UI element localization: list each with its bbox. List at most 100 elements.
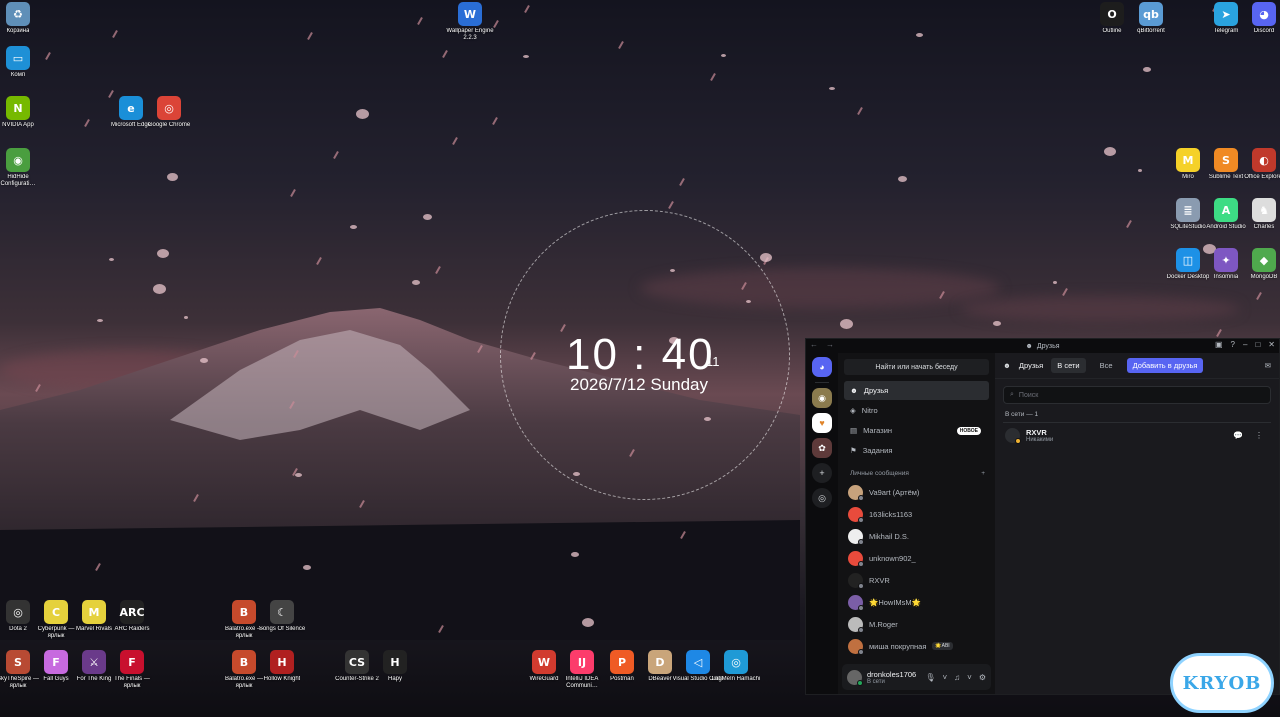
desktop-shortcut-label: Комп bbox=[10, 72, 26, 78]
close-icon[interactable]: ✕ bbox=[1268, 340, 1275, 349]
server-icon[interactable]: ♥ bbox=[812, 413, 832, 433]
dm-name: 🌟HowIMsM🌟 bbox=[869, 597, 922, 607]
chevron-down-icon[interactable]: ˅ bbox=[967, 673, 972, 682]
desktop-shortcut-label: NVIDIA App bbox=[2, 122, 34, 128]
gear-icon[interactable]: ⚙ bbox=[979, 673, 986, 682]
desktop-shortcut-label: Insomnia bbox=[1213, 274, 1239, 280]
add-dm-icon[interactable]: + bbox=[981, 470, 985, 477]
desktop-shortcut[interactable]: ♞ Charles bbox=[1238, 198, 1280, 254]
dm-item[interactable]: M.Roger bbox=[844, 613, 989, 635]
desktop-shortcut-label: Discord bbox=[1253, 28, 1275, 34]
sidebar-item-shop[interactable]: ▤ Магазин НОВОЕ bbox=[844, 421, 989, 440]
petal bbox=[109, 258, 114, 261]
desktop-shortcut[interactable]: H Hollow Knight bbox=[256, 650, 308, 706]
desktop-shortcut[interactable]: qb qBittorrent bbox=[1125, 2, 1177, 58]
app-icon: ◎ bbox=[724, 650, 748, 674]
more-icon[interactable]: ⋮ bbox=[1255, 431, 1263, 440]
add-server-icon[interactable]: + bbox=[812, 463, 832, 483]
desktop-shortcut[interactable]: ☾ Songs Of Silence bbox=[256, 600, 308, 656]
petal bbox=[916, 33, 923, 37]
inbox-icon[interactable]: ▣ bbox=[1215, 340, 1223, 349]
desktop-shortcut-label: qBittorrent bbox=[1137, 28, 1165, 34]
desktop-shortcut[interactable]: F The Finals — ярлык bbox=[106, 650, 158, 706]
desktop-shortcut[interactable]: ◎ Google Chrome bbox=[143, 96, 195, 152]
friends-search-input[interactable]: ⌕ Поиск bbox=[1003, 386, 1271, 404]
tab-all[interactable]: Все bbox=[1094, 358, 1119, 373]
status-dot bbox=[858, 538, 864, 545]
dm-item[interactable]: 163licks1163 bbox=[844, 503, 989, 525]
desktop-shortcut-label: WireGuard bbox=[529, 676, 559, 682]
desktop-shortcut[interactable]: W Wallpaper Engine 2.2.3 bbox=[444, 2, 496, 58]
desktop-shortcut-label: LogMeIn Hamachi bbox=[711, 676, 761, 682]
app-icon: ♻ bbox=[6, 2, 30, 26]
dm-item[interactable]: Mikhail D.S. bbox=[844, 525, 989, 547]
dm-item[interactable]: 🌟HowIMsM🌟 bbox=[844, 591, 989, 613]
sidebar-item-label: Магазин bbox=[863, 426, 893, 435]
petal bbox=[153, 284, 166, 294]
status-dot bbox=[858, 604, 864, 611]
server-icon[interactable]: ✿ bbox=[812, 438, 832, 458]
friends-icon: ☻ bbox=[850, 386, 858, 395]
message-icon[interactable]: 💬 bbox=[1233, 431, 1243, 440]
add-friend-button[interactable]: Добавить в друзья bbox=[1126, 358, 1204, 373]
dm-item[interactable]: RXVR bbox=[844, 569, 989, 591]
app-icon: N bbox=[6, 96, 30, 120]
app-icon: C bbox=[44, 600, 68, 624]
app-icon: ✦ bbox=[1214, 248, 1238, 272]
headphones-icon[interactable]: ♫ bbox=[954, 673, 960, 682]
discord-home-icon[interactable]: ◕ bbox=[812, 357, 832, 377]
tab-online[interactable]: В сети bbox=[1051, 358, 1086, 373]
forward-arrow-icon[interactable]: → bbox=[826, 340, 834, 349]
help-icon[interactable]: ? bbox=[1231, 340, 1235, 349]
desktop-shortcut[interactable]: ARC ARC Raiders bbox=[106, 600, 158, 656]
desktop-shortcut[interactable]: H Hapy bbox=[369, 650, 421, 706]
back-arrow-icon[interactable]: ← bbox=[810, 340, 818, 349]
avatar bbox=[848, 528, 864, 545]
desktop-shortcut[interactable]: ◕ Discord bbox=[1238, 2, 1280, 58]
friends-topbar: ☻ Друзья В сети Все Добавить в друзья ✉ bbox=[995, 353, 1279, 379]
dm-item[interactable]: unknown902_ bbox=[844, 547, 989, 569]
desktop-shortcut[interactable]: ▭ Комп bbox=[0, 46, 44, 102]
dm-item[interactable]: миша покрупная 🌟ABI bbox=[844, 635, 989, 657]
chevron-down-icon[interactable]: ˅ bbox=[942, 673, 947, 682]
sidebar-item-friends[interactable]: ☻ Друзья bbox=[844, 381, 989, 400]
desktop-shortcut-label: Songs Of Silence bbox=[258, 626, 306, 632]
friend-name: RXVR bbox=[1026, 428, 1047, 437]
app-icon: ◕ bbox=[1252, 2, 1276, 26]
server-icon[interactable]: ◉ bbox=[812, 388, 832, 408]
desktop-shortcut[interactable]: ◉ HidHide Configurati… bbox=[0, 148, 44, 204]
sidebar-item-quests[interactable]: ⚑ Задания bbox=[844, 441, 989, 460]
minimize-icon[interactable]: – bbox=[1243, 340, 1247, 349]
petal bbox=[295, 473, 302, 477]
petal bbox=[350, 225, 357, 229]
desktop-shortcut[interactable]: ◆ MongoDB bbox=[1238, 248, 1280, 304]
desktop-shortcut-label: Office Explorer bbox=[1244, 174, 1280, 180]
petal bbox=[97, 319, 103, 322]
desktop-shortcut[interactable]: ◎ LogMeIn Hamachi bbox=[710, 650, 762, 706]
avatar bbox=[848, 638, 864, 655]
desktop-shortcut[interactable]: ◐ Office Explorer bbox=[1238, 148, 1280, 204]
online-count: В сети — 1 bbox=[1005, 411, 1039, 418]
status-dot bbox=[858, 494, 864, 501]
app-icon: A bbox=[1214, 198, 1238, 222]
app-icon: ♞ bbox=[1252, 198, 1276, 222]
avatar[interactable] bbox=[847, 669, 863, 686]
new-badge: НОВОЕ bbox=[956, 426, 981, 435]
friend-row[interactable]: RXVR Никакими 💬 ⋮ bbox=[1003, 422, 1271, 448]
new-group-dm-icon[interactable]: ✉ bbox=[1265, 361, 1271, 370]
app-icon: e bbox=[119, 96, 143, 120]
sidebar-item-nitro[interactable]: ◈ Nitro bbox=[844, 401, 989, 420]
status-dot bbox=[1015, 438, 1021, 444]
sidebar-item-label: Задания bbox=[862, 446, 893, 455]
dm-item[interactable]: Va9art (Артём) bbox=[844, 481, 989, 503]
app-icon: ≣ bbox=[1176, 198, 1200, 222]
petal bbox=[760, 253, 772, 262]
app-icon: M bbox=[1176, 148, 1200, 172]
discover-icon[interactable]: ◎ bbox=[812, 488, 832, 508]
desktop-shortcut[interactable]: N NVIDIA App bbox=[0, 96, 44, 152]
find-conversation-button[interactable]: Найти или начать беседу bbox=[844, 359, 989, 375]
desktop-shortcut-label: Google Chrome bbox=[147, 122, 191, 128]
microphone-icon[interactable]: 🎙 bbox=[925, 673, 935, 682]
petal bbox=[412, 280, 420, 285]
maximize-icon[interactable]: □ bbox=[1255, 340, 1260, 349]
